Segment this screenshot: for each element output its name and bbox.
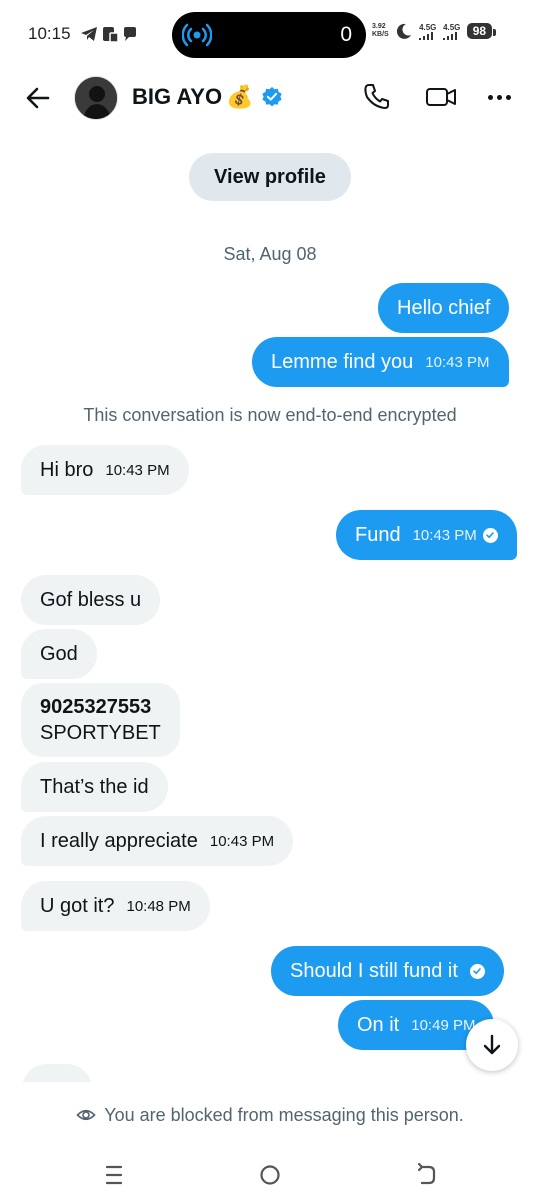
message-timestamp: 10:43 PM	[425, 353, 490, 371]
person-silhouette-icon	[75, 77, 117, 119]
status-right-icons: 3.92 KB/S 4.5G 4.5G 98	[372, 22, 497, 40]
encryption-notice: This conversation is now end-to-end encr…	[83, 405, 457, 425]
dynamic-island: 0	[172, 12, 366, 58]
telegram-icon	[81, 27, 97, 41]
view-profile-button[interactable]: View profile	[189, 153, 351, 201]
back-nav-icon[interactable]	[413, 1162, 439, 1188]
more-horizontal-icon[interactable]	[488, 86, 518, 108]
phone-number-text: 9025327553	[40, 696, 152, 718]
scroll-to-bottom-button[interactable]	[466, 1019, 518, 1071]
message-timestamp: 10:43 PM	[209, 832, 275, 850]
message-incoming[interactable]: 9025327553 SPORTYBET	[21, 683, 180, 757]
date-separator: Sat, Aug 08	[223, 244, 317, 264]
message-incoming[interactable]: U got it? 10:48 PM	[21, 881, 210, 931]
message-outgoing[interactable]: Fund 10:43 PM	[336, 510, 517, 560]
status-notification-icons	[80, 25, 138, 43]
video-icon[interactable]	[425, 82, 457, 112]
message-incoming[interactable]: That’s the id	[21, 762, 168, 812]
message-timestamp: 10:43 PM	[412, 526, 477, 544]
seen-check-icon	[482, 527, 498, 543]
message-incoming[interactable]: God	[21, 629, 97, 679]
signal-sim1: 4.5G	[418, 23, 437, 40]
conversation-header: BIG AYO 💰	[0, 70, 540, 126]
app-notification-icon	[103, 27, 119, 43]
island-counter: 0	[340, 23, 352, 46]
message-outgoing[interactable]: Hello chief	[378, 283, 510, 333]
verified-badge-icon	[262, 87, 283, 107]
home-icon[interactable]	[257, 1162, 283, 1188]
seen-check-icon	[469, 963, 485, 979]
signal-sim2: 4.5G	[442, 23, 461, 40]
network-speed: 3.92 KB/S	[372, 23, 389, 38]
status-time: 10:15	[28, 24, 71, 43]
arrow-left-icon[interactable]	[22, 82, 54, 114]
message-outgoing[interactable]: Lemme find you 10:43 PM	[252, 337, 509, 387]
phone-icon[interactable]	[362, 82, 392, 112]
chat-notification-icon	[124, 27, 136, 41]
arrow-down-icon	[483, 1034, 501, 1055]
message-timestamp: 10:49 PM	[411, 1016, 476, 1034]
recent-apps-icon[interactable]	[101, 1162, 127, 1188]
moon-icon	[396, 23, 411, 39]
signal-bars-icon	[442, 31, 457, 40]
avatar[interactable]	[74, 76, 118, 120]
system-navigation-bar	[0, 1148, 540, 1200]
blocked-notice-text: You are blocked from messaging this pers…	[104, 1104, 464, 1125]
message-timestamp: 10:43 PM	[105, 461, 170, 479]
message-timestamp: 10:48 PM	[126, 897, 191, 915]
signal-bars-icon	[418, 31, 433, 40]
money-bag-emoji: 💰	[226, 84, 254, 109]
broadcast-icon	[182, 23, 212, 47]
message-outgoing[interactable]: Should I still fund it	[271, 946, 504, 996]
status-bar: 10:15 0 3.92 KB/S 4.5G 4.5G 98	[0, 0, 540, 70]
message-incoming[interactable]: I really appreciate 10:43 PM	[21, 816, 294, 866]
eye-icon	[76, 1109, 96, 1121]
message-incoming[interactable]: Gof bless u	[21, 575, 161, 625]
message-incoming[interactable]: Hi bro 10:43 PM	[21, 445, 189, 495]
blocked-notice-bar: You are blocked from messaging this pers…	[0, 1082, 540, 1148]
contact-name[interactable]: BIG AYO 💰	[132, 84, 283, 110]
battery-indicator: 98	[466, 23, 497, 39]
